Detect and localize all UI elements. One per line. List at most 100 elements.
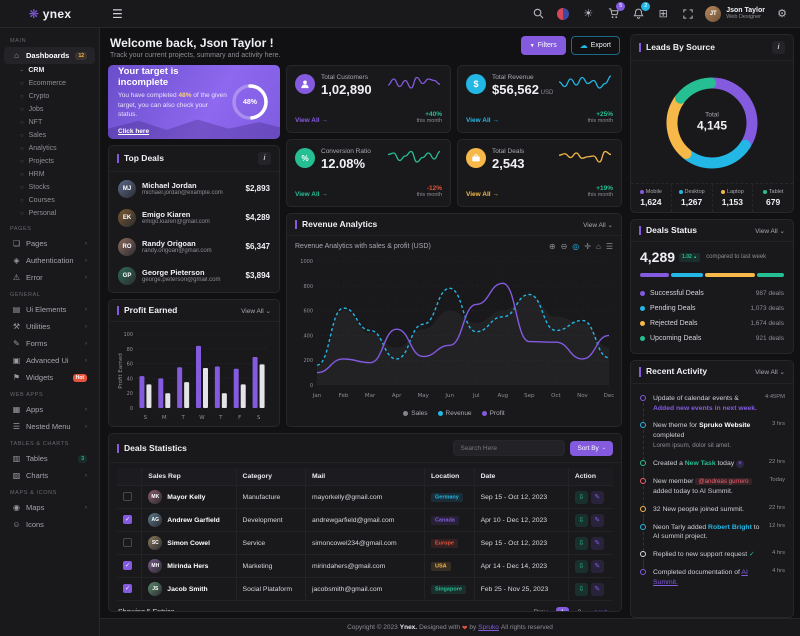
sidebar-subitem-crm[interactable]: –CRM <box>0 64 99 77</box>
home-icon[interactable]: ⌂ <box>596 242 601 251</box>
activity-item: Update of calendar events & Added new ev… <box>639 390 785 418</box>
sidebar-item-label: Widgets <box>26 373 68 382</box>
sidebar-item-icons[interactable]: ☺Icons <box>4 516 95 533</box>
leads-info-button[interactable]: i <box>772 41 785 54</box>
sidebar-item-tables[interactable]: ▥Tables3 <box>4 450 95 467</box>
row-checkbox[interactable] <box>123 584 132 593</box>
deals-status-view-all-dropdown[interactable]: View All ⌄ <box>755 227 785 235</box>
sidebar-subitem-stocks[interactable]: ○Stocks <box>0 181 99 194</box>
sidebar-subitem-projects[interactable]: ○Projects <box>0 155 99 168</box>
sidebar-item-widgets[interactable]: ⚑WidgetsHot <box>4 369 95 386</box>
bullet-icon: ○ <box>20 133 24 139</box>
sidebar-subitem-ecommerce[interactable]: ○Ecommerce <box>0 77 99 90</box>
sidebar-subitem-analytics[interactable]: ○Analytics <box>0 142 99 155</box>
zoom-in-icon[interactable]: ⊕ <box>549 242 556 251</box>
profit-view-all-dropdown[interactable]: View All ⌄ <box>241 307 271 315</box>
revenue-chart-subtitle: Revenue Analytics with sales & profit (U… <box>295 243 431 250</box>
activity-item: New member @andreas gurrero added today … <box>639 473 785 501</box>
table-column-header: Action <box>568 468 613 486</box>
sidebar-item-label: Forms <box>26 339 80 348</box>
stat-card-total-deals: Total Deals2,543View All →+19%this month <box>457 139 622 207</box>
search-icon[interactable] <box>530 6 546 22</box>
pagination-next[interactable]: next <box>589 607 612 612</box>
sidebar-item-maps[interactable]: ◉Maps› <box>4 499 95 516</box>
apps-grid-icon[interactable]: ⊞ <box>655 6 671 22</box>
sidebar-item-charts[interactable]: ▧Charts› <box>4 467 95 484</box>
edit-button[interactable]: ✎ <box>591 537 604 550</box>
pagination-page-2[interactable]: 2 <box>572 607 586 612</box>
icons-icon: ☺ <box>12 520 21 529</box>
stat-view-all-link[interactable]: View All → <box>466 117 553 124</box>
sidebar-item-pages[interactable]: ❏Pages› <box>4 235 95 252</box>
pagination: Prev12next <box>529 607 612 612</box>
cart-icon[interactable]: 5 <box>605 6 621 22</box>
spruko-link[interactable]: Spruko <box>478 624 499 631</box>
menu-icon[interactable]: ☰ <box>606 242 613 251</box>
stat-view-all-link[interactable]: View All → <box>466 191 525 198</box>
sidebar-subitem-personal[interactable]: ○Personal <box>0 207 99 220</box>
header-actions: ☀ 5 2 ⊞ JT Json Taylor Web Designer ⚙ <box>530 6 800 22</box>
download-button[interactable]: ⇩ <box>575 491 588 504</box>
svg-text:W: W <box>199 415 205 421</box>
sidebar-item-ui-elements[interactable]: ▤Ui Elements› <box>4 301 95 318</box>
sidebar-item-nested-menu[interactable]: ☰Nested Menu› <box>4 418 95 435</box>
stat-view-all-link[interactable]: View All → <box>295 117 372 124</box>
sidebar-item-authentication[interactable]: ◈Authentication› <box>4 252 95 269</box>
theme-toggle-icon[interactable]: ☀ <box>580 6 596 22</box>
row-checkbox[interactable] <box>123 561 132 570</box>
sidebar-item-dashboards[interactable]: ⌂Dashboards12 <box>4 47 95 64</box>
sidebar-subitem-hrm[interactable]: ○HRM <box>0 168 99 181</box>
category-cell: Social Plataform <box>236 578 305 601</box>
edit-button[interactable]: ✎ <box>591 583 604 596</box>
user-menu[interactable]: JT Json Taylor Web Designer <box>705 6 765 22</box>
bullet-icon: ○ <box>20 120 24 126</box>
pagination-page-1[interactable]: 1 <box>556 607 570 612</box>
pan-icon[interactable]: ✛ <box>584 242 591 251</box>
download-button[interactable]: ⇩ <box>575 537 588 550</box>
pagination-prev[interactable]: Prev <box>529 607 553 612</box>
edit-button[interactable]: ✎ <box>591 560 604 573</box>
deal-amount: $3,894 <box>246 271 270 280</box>
download-button[interactable]: ⇩ <box>575 514 588 527</box>
sidebar-item-utilities[interactable]: ⚒Utilities› <box>4 318 95 335</box>
sidebar-item-error[interactable]: ⚠Error› <box>4 269 95 286</box>
row-checkbox[interactable] <box>123 492 132 501</box>
sidebar-subitem-crypto[interactable]: ○Crypto <box>0 90 99 103</box>
revenue-view-all-dropdown[interactable]: View All ⌄ <box>583 221 613 229</box>
row-checkbox[interactable] <box>123 515 132 524</box>
selection-zoom-icon[interactable]: ◎ <box>572 242 579 251</box>
target-click-here-link[interactable]: Click here <box>118 128 149 135</box>
stat-view-all-link[interactable]: View All → <box>295 191 371 198</box>
sidebar-subitem-courses[interactable]: ○Courses <box>0 194 99 207</box>
sidebar-item-apps[interactable]: ▦Apps› <box>4 401 95 418</box>
brand-logo[interactable]: ❋ ynex <box>0 7 100 21</box>
zoom-out-icon[interactable]: ⊖ <box>561 242 568 251</box>
language-flag-icon[interactable] <box>555 6 571 22</box>
sidebar-item-forms[interactable]: ✎Forms› <box>4 335 95 352</box>
sidebar-subitem-sales[interactable]: ○Sales <box>0 129 99 142</box>
export-button[interactable]: ☁ Export <box>571 36 620 55</box>
download-button[interactable]: ⇩ <box>575 560 588 573</box>
row-checkbox[interactable] <box>123 538 132 547</box>
settings-gear-icon[interactable]: ⚙ <box>774 6 790 22</box>
sidebar-subitem-jobs[interactable]: ○Jobs <box>0 103 99 116</box>
stat-period: this month <box>417 192 442 198</box>
edit-button[interactable]: ✎ <box>591 491 604 504</box>
top-deals-info-button[interactable]: i <box>258 152 271 165</box>
sidebar-subitem-nft[interactable]: ○NFT <box>0 116 99 129</box>
sort-by-button[interactable]: Sort By⌄ <box>570 441 613 456</box>
table-row: SCSimon CowelServicesimoncowel234@gmail.… <box>117 532 613 555</box>
revenue-analytics-title: Revenue Analytics <box>295 220 377 229</box>
filters-button[interactable]: ▼ Filters <box>521 36 566 55</box>
table-search-input[interactable] <box>453 440 565 456</box>
stat-card-total-customers: Total Customers1,02,890View All →+40%thi… <box>286 65 451 133</box>
notifications-bell-icon[interactable]: 2 <box>630 6 646 22</box>
download-button[interactable]: ⇩ <box>575 583 588 596</box>
sidebar-toggle-icon[interactable]: ☰ <box>112 7 123 21</box>
activity-view-all-dropdown[interactable]: View All ⌄ <box>755 368 785 376</box>
edit-button[interactable]: ✎ <box>591 514 604 527</box>
fullscreen-icon[interactable] <box>680 6 696 22</box>
sidebar-item-advanced-ui[interactable]: ▣Advanced Ui› <box>4 352 95 369</box>
cart-badge: 5 <box>616 2 625 11</box>
legend-value: 1,153 <box>715 197 751 207</box>
